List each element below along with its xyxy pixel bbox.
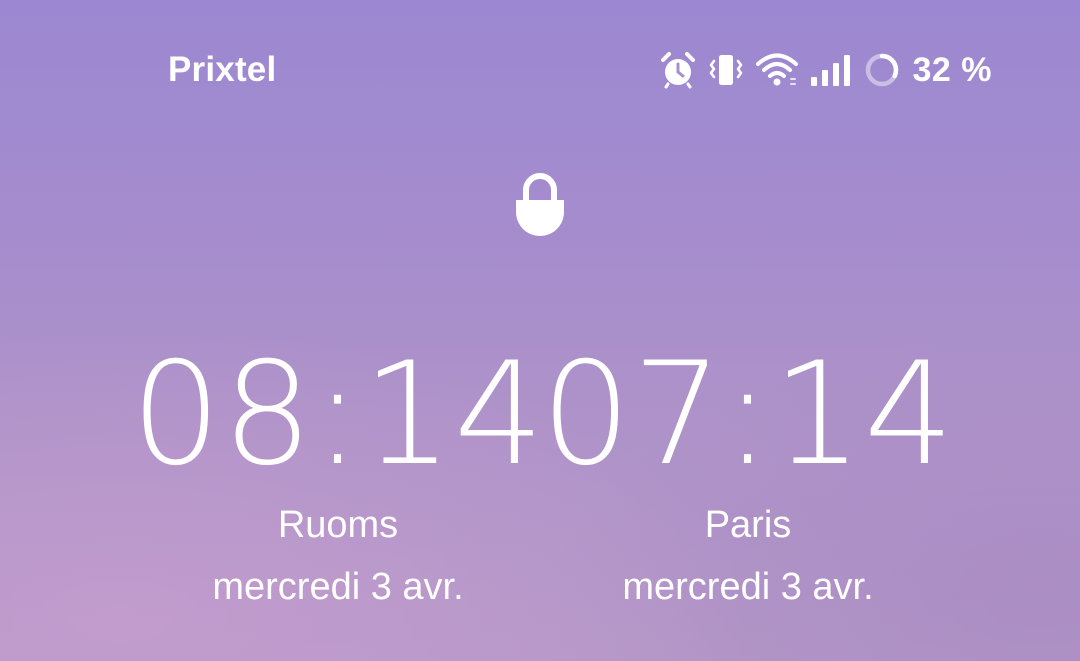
battery-percentage: 32 %	[912, 51, 992, 89]
clock-city: Ruoms	[277, 504, 399, 546]
clock-date: mercredi 3 avr.	[622, 566, 874, 608]
alarm-icon	[659, 51, 697, 89]
clock-time: 07:14	[540, 332, 956, 497]
carrier-name: Prixtel	[168, 50, 277, 89]
clock-city: Paris	[704, 504, 792, 546]
battery-ring-icon	[863, 51, 901, 89]
lock-icon[interactable]	[512, 170, 568, 238]
status-icons: 32 %	[659, 48, 993, 92]
clock-date: mercredi 3 avr.	[212, 566, 464, 608]
status-bar: Prixtel 32 %	[0, 0, 1080, 140]
vibrate-icon	[707, 51, 745, 89]
clock-ruoms: 08:14 Ruoms mercredi 3 avr.	[128, 340, 548, 610]
clock-paris: 07:14 Paris mercredi 3 avr.	[538, 340, 958, 610]
clock-time: 08:14	[130, 332, 546, 497]
signal-icon	[809, 51, 853, 89]
wifi-icon	[755, 51, 799, 89]
